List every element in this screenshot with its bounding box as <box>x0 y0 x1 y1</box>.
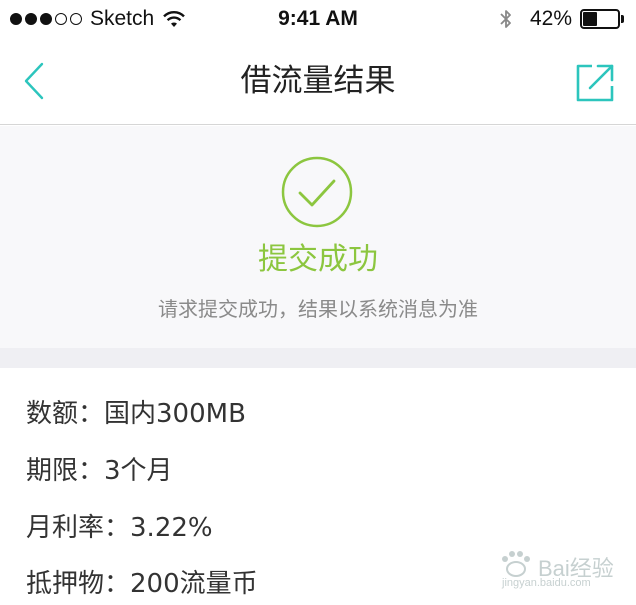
baidu-watermark-logo: Bai经验 jingyan.baidu.com <box>496 547 616 591</box>
detail-row-collateral: 抵押物：200流量币 <box>26 566 258 602</box>
success-check-icon <box>281 156 353 228</box>
detail-label: 抵押物： <box>26 569 131 599</box>
result-title: 提交成功 <box>258 242 378 277</box>
wifi-icon <box>163 11 186 27</box>
navigation-bar: 借流量结果 <box>0 38 636 125</box>
bluetooth-icon <box>500 10 511 28</box>
paw-icon <box>502 551 530 577</box>
result-panel: 提交成功 请求提交成功，结果以系统消息为准 <box>0 126 636 348</box>
detail-label: 期限： <box>26 456 105 486</box>
carrier-name: Sketch <box>90 7 155 30</box>
section-divider <box>0 348 636 368</box>
detail-row-term: 期限：3个月 <box>26 453 173 489</box>
battery-icon <box>580 9 624 29</box>
status-left: Sketch <box>10 4 186 34</box>
detail-value: 200流量币 <box>130 569 258 599</box>
battery-percent: 42% <box>529 7 572 30</box>
detail-value: 国内300MB <box>104 399 246 429</box>
status-bar: Sketch 9:41 AM 42% <box>0 0 636 38</box>
status-right: 42% <box>498 4 624 34</box>
result-description: 请求提交成功，结果以系统消息为准 <box>158 297 478 321</box>
detail-row-amount: 数额：国内300MB <box>26 396 246 432</box>
detail-label: 月利率： <box>26 513 131 543</box>
detail-label: 数额： <box>26 399 105 429</box>
share-icon <box>576 64 614 102</box>
detail-row-rate: 月利率：3.22% <box>26 510 213 546</box>
loan-details: 数额：国内300MB 期限：3个月 月利率：3.22% 抵押物：200流量币 B… <box>0 368 636 605</box>
detail-value: 3.22% <box>130 513 213 543</box>
watermark-url: jingyan.baidu.com <box>502 577 591 589</box>
page-title: 借流量结果 <box>240 63 396 99</box>
share-button[interactable] <box>574 62 616 104</box>
detail-value: 3个月 <box>104 456 173 486</box>
signal-strength-icon <box>10 13 82 25</box>
